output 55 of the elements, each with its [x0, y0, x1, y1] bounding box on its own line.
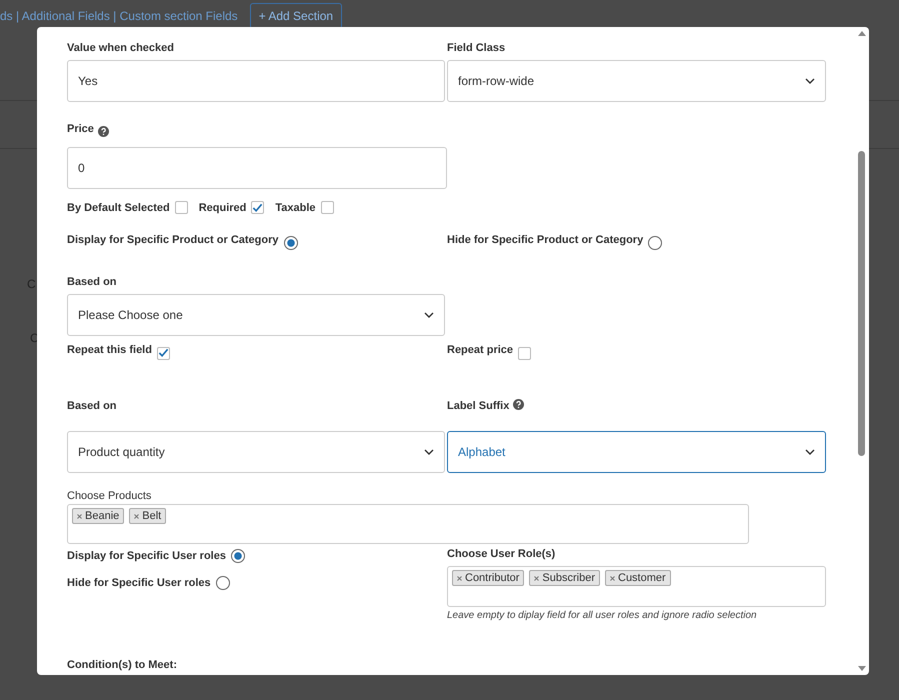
checkbox[interactable] [518, 346, 532, 360]
select-dropdown[interactable]: Alphabet [447, 431, 826, 473]
chevron-down-icon [424, 449, 434, 455]
radio-label: Display for Specific User roles [67, 550, 226, 562]
field-label: Label Suffix [447, 400, 510, 412]
select-dropdown[interactable]: Product quantity [67, 431, 445, 473]
radio-label: Hide for Specific User roles [67, 577, 211, 589]
checkbox[interactable] [320, 201, 334, 214]
text-input[interactable]: 0 [67, 147, 447, 189]
help-icon[interactable] [513, 399, 524, 410]
radio-label: Display for Specific Product or Category [67, 234, 278, 246]
remove-icon[interactable] [457, 576, 462, 580]
product-tag[interactable]: Beanie [72, 508, 124, 524]
field-label: Based on [67, 400, 118, 414]
field-label: Value when checked [67, 42, 175, 54]
field-label: Choose User Role(s) [447, 548, 556, 560]
checkbox[interactable] [251, 201, 264, 214]
role-tag[interactable]: Customer [605, 570, 671, 586]
help-icon[interactable] [98, 126, 109, 137]
role-tag[interactable]: Contributor [452, 570, 524, 586]
checkbox-label: Repeat price [447, 344, 514, 356]
multiselect-field[interactable]: Beanie Belt [67, 504, 749, 544]
field-label: Based on [67, 276, 118, 288]
scroll-up-icon[interactable] [858, 31, 866, 36]
radio-button[interactable] [216, 576, 230, 590]
remove-icon[interactable] [534, 576, 540, 580]
multiselect-field[interactable]: Contributor Subscriber Customer [447, 566, 826, 607]
remove-icon[interactable] [134, 514, 140, 518]
checkbox-label: By Default Selected [67, 202, 170, 214]
section-label: Condition(s) to Meet: [67, 659, 178, 671]
nav-links: ds | Additional Fields | Custom section Fields [0, 9, 238, 23]
radio-button[interactable] [648, 236, 662, 250]
remove-icon[interactable] [77, 514, 82, 518]
scroll-down-icon[interactable] [858, 666, 866, 671]
radio-button[interactable] [230, 549, 245, 563]
radio-label: Hide for Specific Product or Category [447, 234, 644, 246]
checkbox[interactable] [174, 201, 188, 214]
text-input[interactable]: Yes [67, 60, 445, 102]
select-dropdown[interactable]: Please Choose one [67, 294, 445, 336]
field-label: Field Class [447, 42, 506, 54]
select-dropdown[interactable]: form-row-wide [447, 60, 826, 102]
checkbox-label: Taxable [275, 202, 316, 214]
checkbox-label: Repeat this field [67, 344, 152, 356]
role-tag[interactable]: Subscriber [529, 570, 600, 586]
checkbox[interactable] [156, 346, 170, 360]
chevron-down-icon [805, 78, 815, 84]
hint-text: Leave empty to diplay field for all user roles and ignore radio selection [447, 610, 758, 621]
field-label: Choose Products [67, 490, 152, 502]
product-tag[interactable]: Belt [129, 508, 166, 524]
chevron-down-icon [805, 449, 815, 455]
radio-button[interactable] [284, 236, 298, 250]
chevron-down-icon [424, 312, 434, 318]
remove-icon[interactable] [610, 576, 615, 580]
checkbox-label: Required [198, 202, 246, 214]
field-label: Price [67, 123, 94, 135]
